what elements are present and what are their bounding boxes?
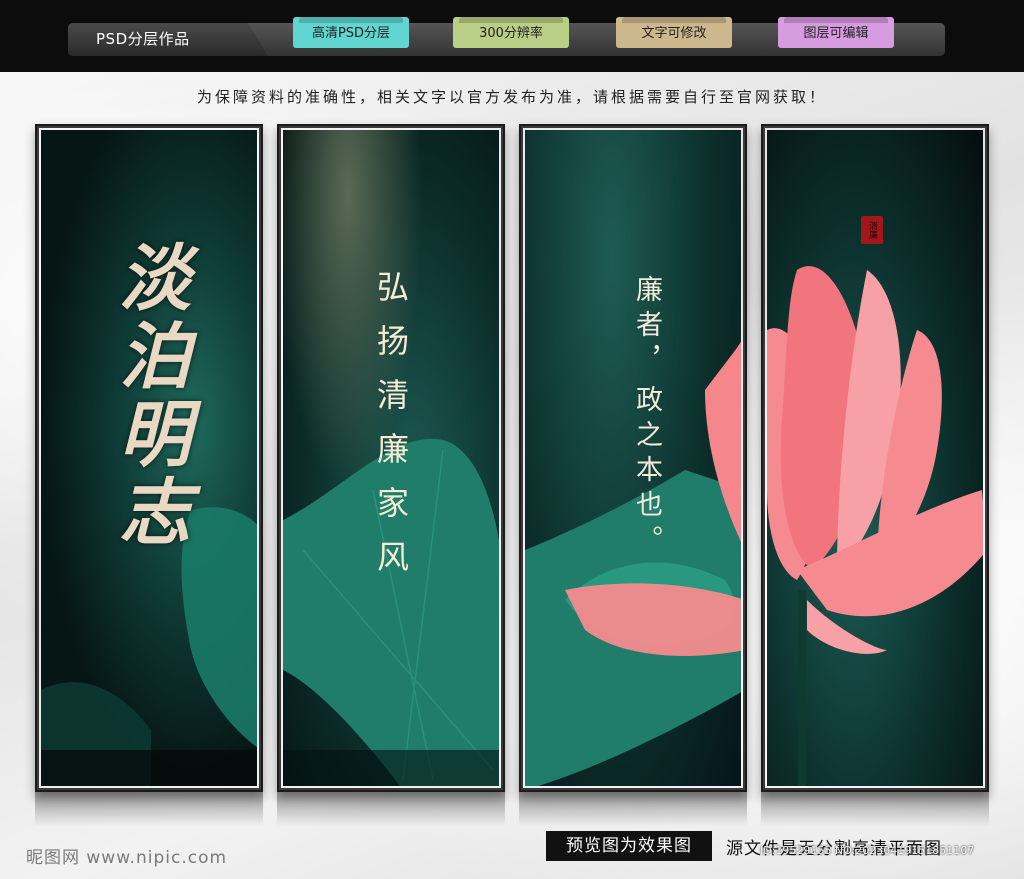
preview-label: 预览图为效果图 bbox=[546, 831, 712, 861]
tag-hd-psd: 高清PSD分层 bbox=[293, 17, 409, 48]
header-bar: PSD分层作品 高清PSD分层 300分辨率 文字可修改 图层可编辑 bbox=[0, 0, 1024, 72]
panel-4: 清廉 bbox=[761, 124, 989, 792]
tag-editable-layers: 图层可编辑 bbox=[778, 17, 894, 48]
panel-3-reflection bbox=[519, 792, 747, 826]
site-watermark: 昵图网 www.nipic.com bbox=[26, 848, 228, 868]
panel-2-reflection bbox=[277, 792, 505, 826]
red-seal-stamp: 清廉 bbox=[861, 216, 883, 244]
quote-line-2: 政之本也。 bbox=[631, 385, 662, 560]
calligraphy-title: 淡泊明志 bbox=[106, 240, 192, 552]
panel-3: 廉者， 政之本也。 bbox=[519, 124, 747, 792]
panel-1: 淡泊明志 bbox=[35, 124, 263, 792]
panel-4-reflection bbox=[761, 792, 989, 826]
brand-label: PSD分层作品 bbox=[68, 23, 268, 56]
panel-2: 弘扬清廉家风 bbox=[277, 124, 505, 792]
image-id: ID:19529155 NO:20230419151851107 bbox=[760, 844, 975, 857]
panel-1-reflection bbox=[35, 792, 263, 826]
slogan-text: 弘扬清廉家风 bbox=[372, 270, 410, 594]
tag-resolution: 300分辨率 bbox=[453, 17, 569, 48]
notice-text: 为保障资料的准确性，相关文字以官方发布为准，请根据需要自行至官网获取！ bbox=[196, 88, 827, 106]
tag-editable-text: 文字可修改 bbox=[616, 17, 732, 48]
quote-line-1: 廉者， bbox=[631, 275, 662, 380]
